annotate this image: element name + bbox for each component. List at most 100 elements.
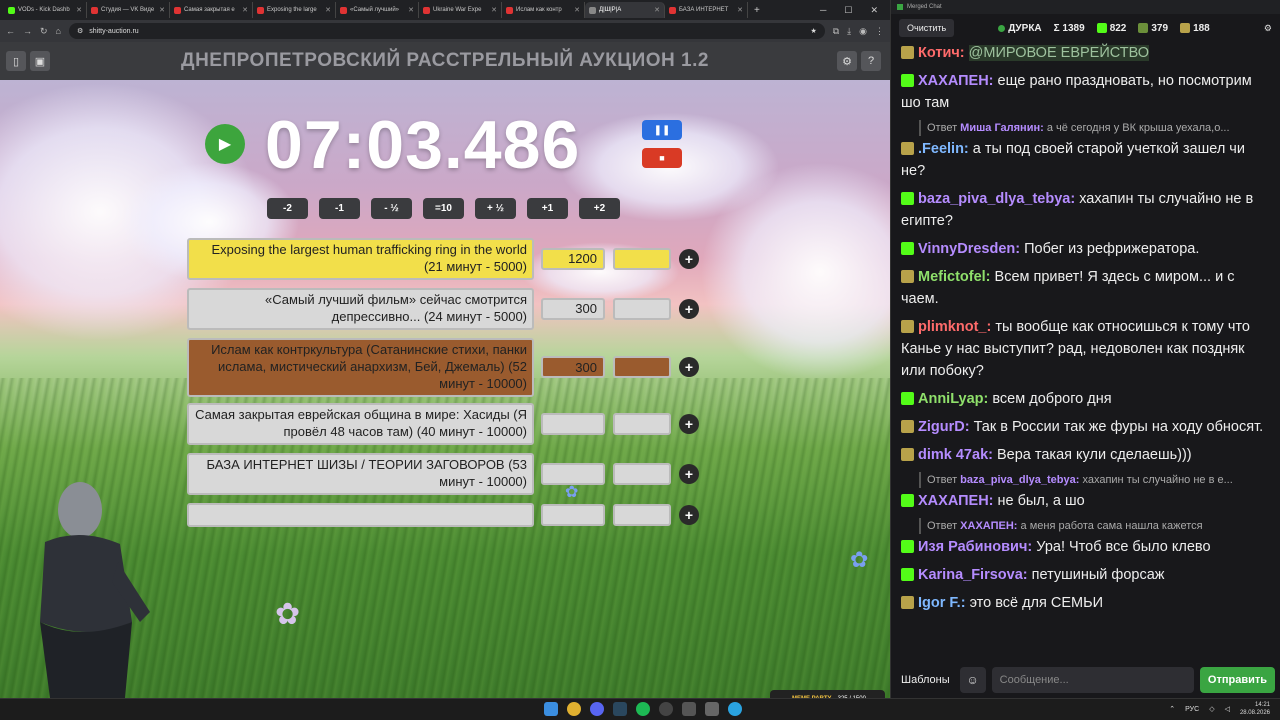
- browser-tab[interactable]: VODs - Kick Dashb ✕: [4, 2, 87, 18]
- new-tab-icon[interactable]: +: [748, 5, 766, 16]
- chat-nick[interactable]: Igor F.:: [918, 595, 966, 611]
- chat-nick[interactable]: dimk 47ak:: [918, 447, 993, 463]
- lot-amount[interactable]: [541, 412, 605, 435]
- lot-amount[interactable]: 300: [541, 297, 605, 320]
- lot-add-amount-input[interactable]: [613, 356, 671, 379]
- chat-nick[interactable]: plimknot_:: [918, 319, 991, 335]
- forward-icon[interactable]: →: [23, 26, 32, 36]
- browser-tab[interactable]: Ислам как контр ✕: [502, 2, 585, 18]
- lot-amount[interactable]: [541, 504, 605, 526]
- lot-add-amount-input[interactable]: [613, 412, 671, 435]
- tab-close-icon[interactable]: ✕: [159, 6, 165, 14]
- chat-nick[interactable]: ХАХАПЕН:: [918, 73, 994, 89]
- windows-start-icon[interactable]: [544, 702, 558, 716]
- extensions-icon[interactable]: ⧉: [833, 26, 839, 37]
- tab-close-icon[interactable]: ✕: [408, 6, 414, 14]
- lot-amount[interactable]: 300: [541, 356, 605, 379]
- lot-amount[interactable]: 1200: [541, 247, 605, 270]
- steam-icon[interactable]: [613, 702, 627, 716]
- chat-nick[interactable]: Изя Рабинович:: [918, 539, 1032, 555]
- obs-icon[interactable]: [659, 702, 673, 716]
- chat-nick[interactable]: Karina_Firsova:: [918, 567, 1028, 583]
- time-step-button[interactable]: +1: [527, 198, 568, 219]
- add-to-lot-button[interactable]: +: [679, 357, 699, 378]
- settings-icon[interactable]: ⚙: [837, 51, 857, 71]
- lot-name[interactable]: Ислам как контркультура (Сатанинские сти…: [187, 338, 534, 397]
- chat-settings-icon[interactable]: ⚙: [1264, 23, 1272, 34]
- app-icon[interactable]: [682, 702, 696, 716]
- add-to-lot-button[interactable]: +: [679, 248, 699, 269]
- chat-nick[interactable]: ZigurD:: [918, 419, 970, 435]
- chrome-icon[interactable]: [567, 702, 581, 716]
- add-to-lot-button[interactable]: +: [679, 463, 699, 484]
- tab-close-icon[interactable]: ✕: [574, 6, 580, 14]
- sidebar-toggle-icon[interactable]: ▯: [6, 51, 26, 71]
- lot-add-amount-input[interactable]: [613, 462, 671, 485]
- send-button[interactable]: Отправить: [1199, 667, 1275, 693]
- telegram-icon[interactable]: [728, 702, 742, 716]
- browser-tab[interactable]: Студия — VK Виде ✕: [87, 2, 170, 18]
- app-icon[interactable]: [705, 702, 719, 716]
- lot-name[interactable]: [187, 503, 534, 527]
- pause-button[interactable]: ❚❚: [642, 120, 682, 140]
- chat-nick[interactable]: baza_piva_dlya_tebya:: [918, 191, 1075, 207]
- play-button[interactable]: ▶: [205, 124, 245, 164]
- lot-name[interactable]: БАЗА ИНТЕРНЕТ ШИЗЫ / ТЕОРИИ ЗАГОВОРОВ (5…: [187, 453, 534, 495]
- maximize-icon[interactable]: ☐: [844, 5, 852, 16]
- profile-icon[interactable]: ◉: [859, 26, 867, 37]
- add-to-lot-button[interactable]: +: [679, 298, 699, 319]
- browser-tab[interactable]: БАЗА ИНТЕРНЕТ ✕: [665, 2, 748, 18]
- tab-close-icon[interactable]: ✕: [654, 6, 660, 14]
- lot-name[interactable]: Exposing the largest human trafficking r…: [187, 238, 534, 280]
- tab-close-icon[interactable]: ✕: [491, 6, 497, 14]
- site-info-icon[interactable]: ⚙: [77, 27, 83, 35]
- download-icon[interactable]: ⤓: [847, 26, 851, 37]
- network-icon[interactable]: ◇: [1209, 705, 1214, 713]
- stop-button[interactable]: ■: [642, 148, 682, 168]
- lot-amount[interactable]: [541, 462, 605, 485]
- emoji-icon[interactable]: ☺: [959, 667, 986, 693]
- time-step-button[interactable]: - ½: [371, 198, 412, 219]
- help-icon[interactable]: ?: [861, 51, 881, 71]
- volume-icon[interactable]: ◁: [1225, 705, 1230, 713]
- tab-close-icon[interactable]: ✕: [242, 6, 248, 14]
- discord-icon[interactable]: [590, 702, 604, 716]
- tab-close-icon[interactable]: ✕: [76, 6, 82, 14]
- browser-tab[interactable]: Д|Ш|Р|А ✕: [585, 2, 665, 18]
- lot-add-amount-input[interactable]: [613, 247, 671, 270]
- browser-tab[interactable]: Ukraine War Expe ✕: [419, 2, 502, 18]
- home-icon[interactable]: ⌂: [56, 26, 61, 36]
- message-input[interactable]: Сообщение...: [991, 667, 1194, 693]
- add-to-lot-button[interactable]: +: [679, 505, 699, 525]
- time-step-button[interactable]: -1: [319, 198, 360, 219]
- clock[interactable]: 14:21 28.08.2026: [1240, 701, 1270, 717]
- chat-nick[interactable]: Котич:: [918, 45, 965, 61]
- tab-close-icon[interactable]: ✕: [325, 6, 331, 14]
- save-icon[interactable]: ▣: [30, 51, 50, 71]
- lot-add-amount-input[interactable]: [613, 504, 671, 526]
- url-field[interactable]: ⚙ shitty-auction.ru ★: [68, 23, 825, 39]
- chat-nick[interactable]: .Feelin:: [918, 141, 969, 157]
- chat-nick[interactable]: VinnyDresden:: [918, 241, 1020, 257]
- tab-close-icon[interactable]: ✕: [737, 6, 743, 14]
- browser-tab[interactable]: Exposing the large ✕: [253, 2, 336, 18]
- lot-add-amount-input[interactable]: [613, 297, 671, 320]
- reload-icon[interactable]: ↻: [40, 26, 48, 37]
- browser-tab[interactable]: Самая закрытая е ✕: [170, 2, 253, 18]
- minimize-icon[interactable]: ─: [820, 5, 826, 16]
- spotify-icon[interactable]: [636, 702, 650, 716]
- chat-nick[interactable]: AnniLyap:: [918, 391, 988, 407]
- time-step-button[interactable]: + ½: [475, 198, 516, 219]
- language-indicator[interactable]: РУС: [1185, 706, 1199, 713]
- bookmark-star-icon[interactable]: ★: [810, 27, 816, 35]
- templates-button[interactable]: Шаблоны: [897, 674, 954, 686]
- chat-nick[interactable]: ХАХАПЕН:: [918, 493, 994, 509]
- clear-button[interactable]: Очистить: [899, 19, 955, 37]
- tray-expand-icon[interactable]: ⌃: [1169, 705, 1175, 713]
- chat-nick[interactable]: Mefictofel:: [918, 269, 991, 285]
- menu-icon[interactable]: ⋮: [875, 26, 884, 37]
- time-step-button[interactable]: =10: [423, 198, 464, 219]
- lot-name[interactable]: «Самый лучший фильм» сейчас смотрится де…: [187, 288, 534, 330]
- lot-name[interactable]: Самая закрытая еврейская община в мире: …: [187, 403, 534, 445]
- add-to-lot-button[interactable]: +: [679, 413, 699, 434]
